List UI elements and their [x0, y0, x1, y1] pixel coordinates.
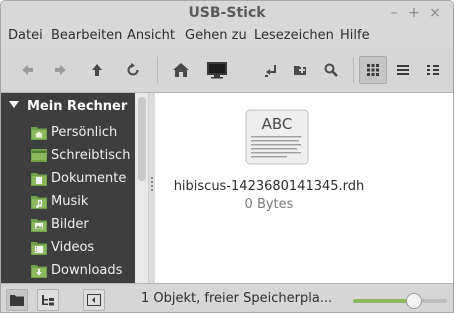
computer-button[interactable]: [203, 56, 231, 84]
sidebar-item-label: Persönlich: [51, 125, 118, 140]
file-manager-window: USB-Stick – + × Datei Bearbeiten Ansicht…: [0, 0, 454, 313]
back-button[interactable]: [13, 56, 41, 84]
title-bar[interactable]: USB-Stick – + ×: [1, 1, 453, 27]
compact-view-button[interactable]: [419, 56, 447, 84]
menu-datei[interactable]: Datei: [8, 28, 43, 43]
show-tree-button[interactable]: [37, 289, 59, 311]
tree-icon: [42, 295, 54, 306]
hide-sidebar-button[interactable]: [83, 289, 105, 311]
sidebar-section-header[interactable]: Mein Rechner: [9, 99, 127, 114]
sidebar-item-label: Videos: [51, 240, 95, 255]
documents-folder-icon: [31, 173, 47, 186]
zoom-slider-fill: [353, 299, 415, 303]
sidebar: Mein Rechner Persönlich Schreibtisch Dok…: [1, 93, 135, 283]
open-terminal-button[interactable]: [257, 56, 285, 84]
toolbar-separator: [353, 57, 354, 83]
sidebar-item-label: Musik: [51, 194, 89, 209]
sidebar-item-label: Schreibtisch: [51, 148, 131, 163]
list-icon: [397, 65, 409, 75]
compact-grid-icon: [427, 65, 439, 75]
expander-triangle-icon: [9, 101, 19, 108]
pictures-folder-icon: [31, 219, 47, 232]
home-button[interactable]: [167, 56, 195, 84]
menu-bar: Datei Bearbeiten Ansicht Gehen zu Leseze…: [1, 27, 453, 47]
sidebar-item-label: Downloads: [51, 263, 123, 278]
reload-icon: [127, 63, 139, 76]
zoom-slider-handle[interactable]: [406, 293, 423, 309]
toolbar-separator: [157, 57, 158, 83]
sidebar-item-label: Bilder: [51, 217, 89, 232]
search-icon: [324, 63, 338, 77]
sidebar-toggle-icon: [87, 294, 101, 306]
sidebar-item-bilder[interactable]: Bilder: [31, 215, 135, 235]
sidebar-scrollbar-thumb[interactable]: [138, 97, 146, 181]
menu-lesezeichen[interactable]: Lesezeichen: [254, 28, 334, 43]
show-places-button[interactable]: [6, 289, 28, 311]
icon-view-button[interactable]: [359, 56, 387, 84]
up-button[interactable]: [83, 56, 111, 84]
text-document-icon: ABC: [245, 109, 309, 165]
new-folder-button[interactable]: [287, 56, 315, 84]
return-arrow-icon: [265, 65, 276, 77]
arrow-right-icon: [55, 65, 66, 75]
menu-ansicht[interactable]: Ansicht: [127, 28, 175, 43]
list-view-button[interactable]: [389, 56, 417, 84]
sidebar-header-label: Mein Rechner: [27, 99, 128, 114]
maximize-button[interactable]: +: [405, 4, 423, 22]
sidebar-scrollbar[interactable]: [135, 93, 149, 283]
desktop-folder-icon: [31, 149, 47, 162]
arrow-left-icon: [22, 65, 33, 75]
zoom-slider[interactable]: [353, 293, 447, 309]
menu-bearbeiten[interactable]: Bearbeiten: [51, 28, 122, 43]
file-icon-text: ABC: [262, 115, 293, 133]
menu-gehen-zu[interactable]: Gehen zu: [185, 28, 247, 43]
sidebar-item-downloads[interactable]: Downloads: [31, 261, 135, 281]
sidebar-item-dokumente[interactable]: Dokumente: [31, 169, 135, 189]
search-button[interactable]: [317, 56, 345, 84]
sidebar-item-videos[interactable]: Videos: [31, 238, 135, 258]
folder-icon: [10, 295, 24, 306]
sidebar-item-schreibtisch[interactable]: Schreibtisch: [31, 146, 135, 166]
file-name: hibiscus-1423680141345.rdh: [173, 179, 365, 194]
status-text: 1 Objekt, freier Speicherpla...: [141, 291, 333, 306]
menu-hilfe[interactable]: Hilfe: [340, 28, 370, 43]
file-view[interactable]: ABC hibiscus-1423680141345.rdh 0 Bytes: [155, 93, 453, 283]
grid-icon: [367, 64, 379, 76]
file-size: 0 Bytes: [244, 197, 294, 212]
sidebar-item-label: Dokumente: [51, 171, 127, 186]
toolbar: [1, 47, 453, 93]
arrow-up-icon: [92, 64, 102, 76]
new-folder-icon: [294, 66, 306, 75]
status-bar: 1 Objekt, freier Speicherpla...: [1, 283, 453, 312]
sidebar-item-persoenlich[interactable]: Persönlich: [31, 123, 135, 143]
minimize-button[interactable]: –: [385, 4, 403, 22]
music-folder-icon: [31, 196, 47, 209]
forward-button[interactable]: [47, 56, 75, 84]
computer-icon: [207, 62, 227, 79]
close-button[interactable]: ×: [426, 4, 444, 22]
downloads-folder-icon: [31, 265, 47, 278]
sidebar-item-musik[interactable]: Musik: [31, 192, 135, 212]
reload-button[interactable]: [119, 56, 147, 84]
home-folder-icon: [31, 127, 47, 140]
videos-folder-icon: [31, 242, 47, 255]
home-icon: [173, 63, 189, 77]
